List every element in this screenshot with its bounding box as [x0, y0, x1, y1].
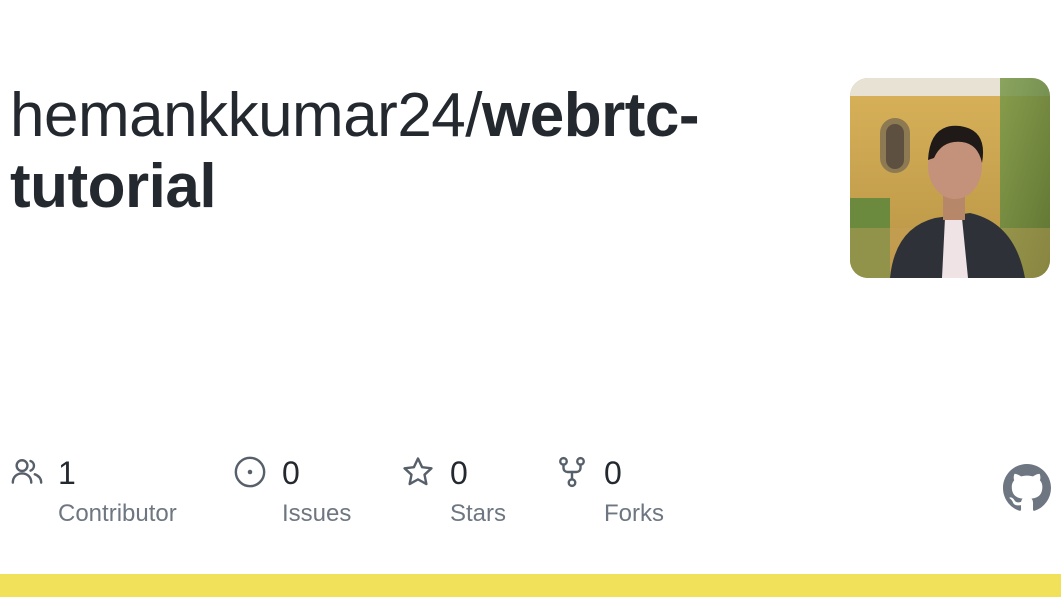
stars-label: Stars — [450, 500, 507, 527]
owner-avatar — [850, 78, 1050, 278]
contributors-label: Contributor — [58, 500, 177, 527]
forks-label: Forks — [604, 500, 664, 527]
github-logo-icon — [1003, 464, 1051, 511]
issues-count: 0 — [282, 455, 300, 491]
repo-title: hemankkumar24/webrtc-tutorial — [10, 80, 810, 222]
repo-owner: hemankkumar24/ — [10, 81, 483, 150]
forks-count: 0 — [604, 455, 622, 491]
contributors-count: 1 — [58, 455, 76, 491]
people-icon — [11, 459, 43, 484]
language-bar — [0, 574, 1061, 597]
repo-social-card: hemankkumar24/webrtc-tutorial 1 Contribu… — [0, 0, 1061, 597]
stars-count: 0 — [450, 455, 468, 491]
star-icon — [403, 457, 433, 486]
issues-label: Issues — [282, 500, 352, 527]
repo-stats: 1 Contributor 0 Issues 0 Stars 0 Forks — [0, 450, 1061, 540]
issue-opened-icon — [234, 456, 266, 488]
repo-forked-icon — [559, 456, 585, 488]
